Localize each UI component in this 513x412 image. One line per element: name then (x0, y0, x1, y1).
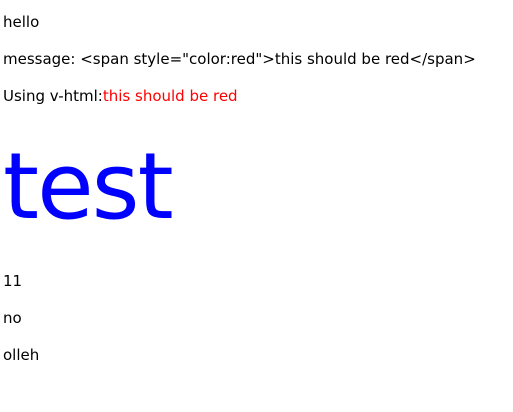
vhtml-line: Using v-html:this should be red (3, 86, 238, 106)
message-line: message: <span style="color:red">this sh… (3, 49, 476, 69)
reversed-text: olleh (3, 346, 40, 364)
message-raw-html: <span style="color:red">this should be r… (80, 50, 476, 68)
vhtml-rendered-red-text: this should be red (102, 87, 238, 105)
big-blue-text: test (3, 133, 174, 240)
message-prefix: message: (3, 50, 81, 68)
greeting-text: hello (3, 13, 40, 31)
vhtml-prefix: Using v-html: (3, 87, 103, 105)
number-text: 11 (3, 272, 23, 290)
condition-text: no (3, 309, 22, 327)
